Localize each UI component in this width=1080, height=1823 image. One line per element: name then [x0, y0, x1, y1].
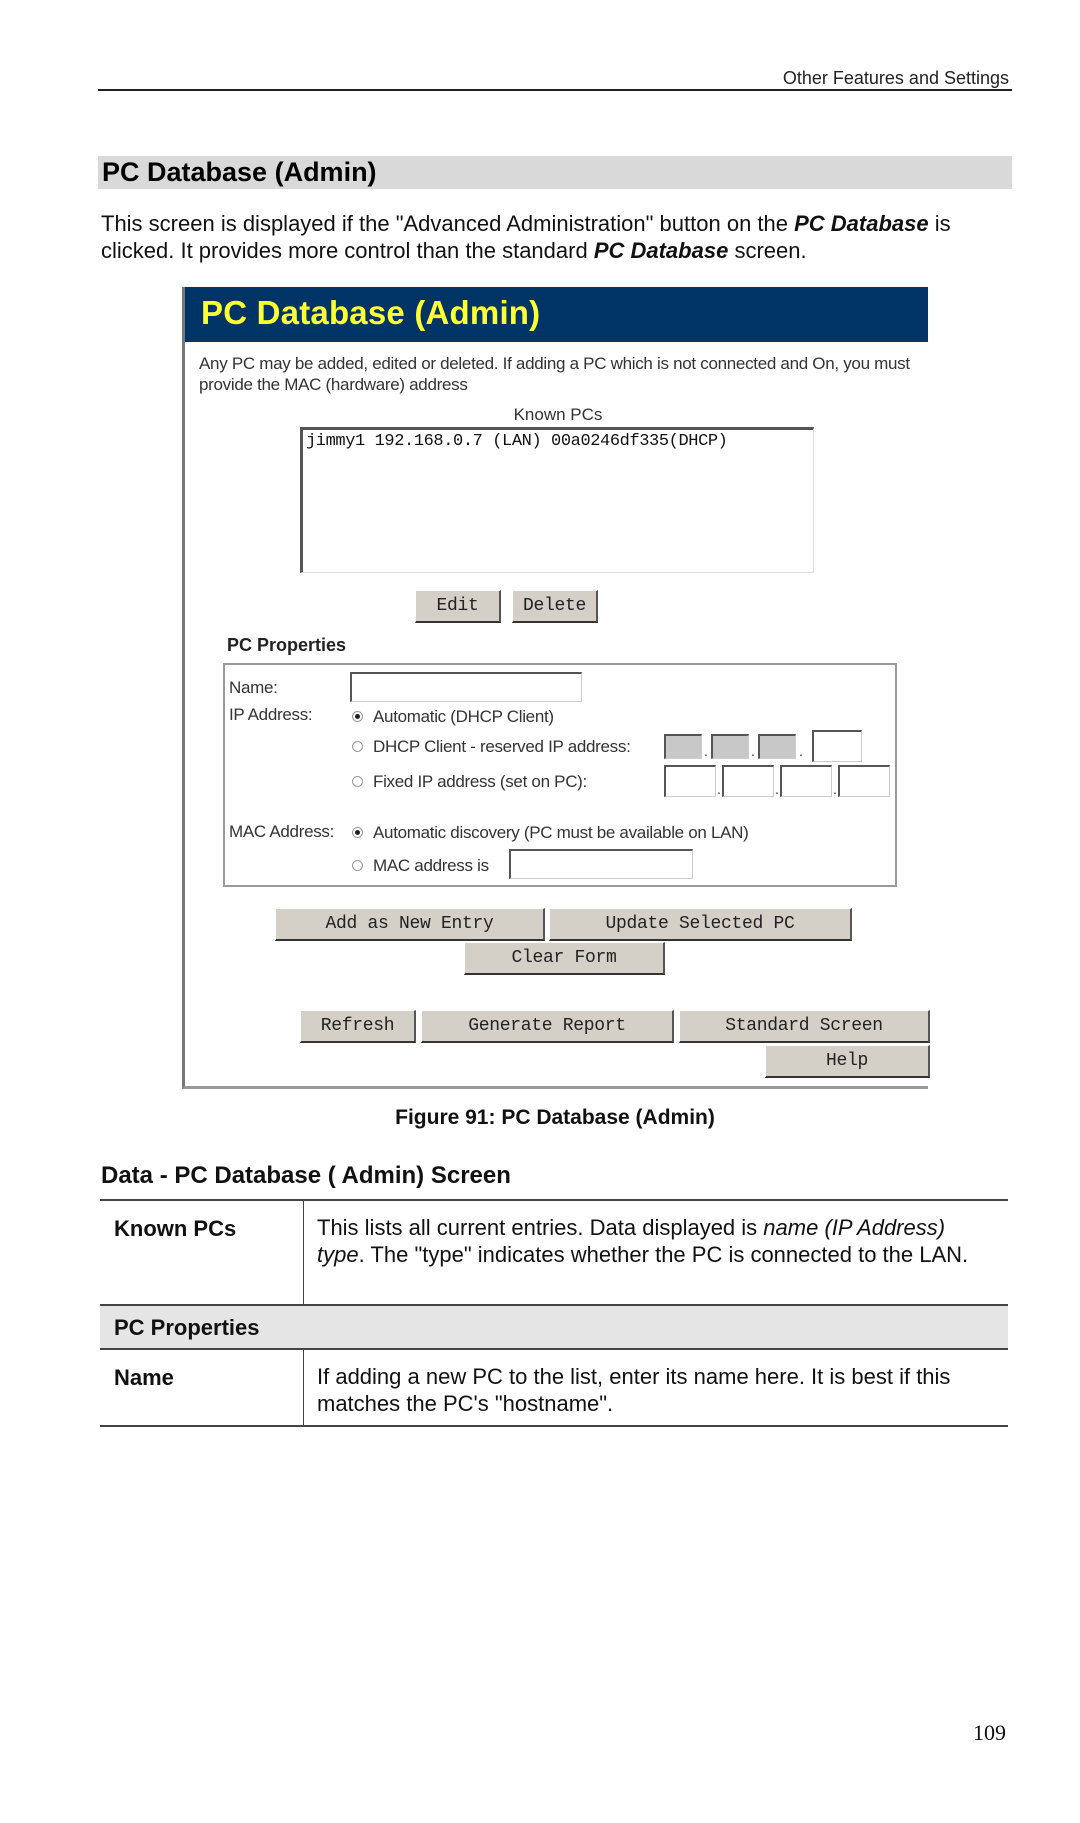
ip-address-label: IP Address: [229, 705, 313, 724]
ip-fixed-label: Fixed IP address (set on PC): [373, 772, 587, 791]
mac-automatic-radio[interactable] [352, 827, 363, 838]
ip-dot: . [704, 743, 708, 759]
table-group-row: PC Properties [100, 1304, 1008, 1348]
table-row: Name If adding a new PC to the list, ent… [100, 1348, 1008, 1427]
row-description: This lists all current entries. Data dis… [303, 1201, 1008, 1304]
section-title-bar: PC Database (Admin) [98, 156, 1012, 189]
fixed-ip-octet-2[interactable] [722, 765, 774, 797]
add-new-entry-button[interactable]: Add as New Entry [275, 908, 545, 941]
mac-address-label: MAC Address: [229, 822, 335, 841]
mac-automatic-label: Automatic discovery (PC must be availabl… [373, 823, 749, 842]
known-pc-entry[interactable]: jimmy1 192.168.0.7 (LAN) 00a0246df335(DH… [303, 430, 813, 453]
delete-button[interactable]: Delete [512, 590, 598, 623]
figure-caption: Figure 91: PC Database (Admin) [395, 1106, 715, 1129]
name-input[interactable] [350, 672, 582, 702]
ip-automatic-radio[interactable] [352, 711, 363, 722]
row-text: This lists all current entries. Data dis… [317, 1215, 764, 1240]
header-divider [98, 89, 1012, 91]
running-header: Other Features and Settings [782, 68, 1009, 88]
standard-screen-button[interactable]: Standard Screen [679, 1010, 930, 1043]
table-row: Known PCs This lists all current entries… [100, 1199, 1008, 1304]
page-number: 109 [973, 1720, 1006, 1745]
reserved-ip-octet-3 [758, 734, 796, 759]
pc-properties-panel: Name: IP Address: Automatic (DHCP Client… [223, 663, 897, 887]
clear-form-button[interactable]: Clear Form [464, 942, 665, 975]
ip-automatic-label: Automatic (DHCP Client) [373, 707, 554, 726]
ip-dot: . [751, 743, 755, 759]
intro-text-3: screen. [728, 238, 807, 263]
data-table: Known PCs This lists all current entries… [100, 1199, 1008, 1427]
screen-title: PC Database (Admin) [201, 294, 541, 331]
mac-manual-radio[interactable] [352, 860, 363, 871]
screen-header: PC Database (Admin) [185, 287, 928, 342]
fixed-ip-octet-4[interactable] [838, 765, 890, 797]
ip-dot: . [833, 781, 837, 797]
reserved-ip-octet-2 [711, 734, 749, 759]
update-selected-pc-button[interactable]: Update Selected PC [549, 908, 852, 941]
row-key: Name [114, 1365, 174, 1390]
ip-reserved-radio[interactable] [352, 741, 363, 752]
pc-properties-heading: PC Properties [227, 635, 347, 655]
mac-address-input[interactable] [509, 849, 693, 879]
group-label: PC Properties [114, 1315, 260, 1340]
ip-fixed-radio[interactable] [352, 776, 363, 787]
help-button[interactable]: Help [765, 1045, 930, 1078]
row-description: If adding a new PC to the list, enter it… [303, 1350, 1008, 1425]
row-key: Known PCs [114, 1216, 237, 1241]
known-pcs-label: Known PCs [513, 405, 603, 424]
mac-manual-label: MAC address is [373, 856, 489, 875]
section-title: PC Database (Admin) [102, 157, 377, 187]
refresh-button[interactable]: Refresh [300, 1010, 416, 1043]
name-label: Name: [229, 678, 278, 697]
edit-button[interactable]: Edit [415, 590, 501, 623]
intro-paragraph: This screen is displayed if the "Advance… [101, 210, 1001, 264]
pc-database-admin-screenshot: PC Database (Admin) Any PC may be added,… [182, 287, 930, 1089]
fixed-ip-octet-1[interactable] [664, 765, 716, 797]
ip-dot: . [717, 781, 721, 797]
reserved-ip-octet-4[interactable] [812, 730, 862, 762]
screen-description: Any PC may be added, edited or deleted. … [199, 354, 910, 394]
ip-dot: . [799, 743, 803, 759]
known-pcs-listbox[interactable]: jimmy1 192.168.0.7 (LAN) 00a0246df335(DH… [300, 427, 814, 573]
intro-emphasis-1: PC Database [794, 211, 929, 236]
row-text: . The "type" indicates whether the PC is… [358, 1242, 969, 1267]
intro-emphasis-2: PC Database [593, 238, 729, 263]
ip-reserved-label: DHCP Client - reserved IP address: [373, 737, 631, 756]
data-section-heading: Data - PC Database ( Admin) Screen [101, 1162, 511, 1189]
intro-text-1: This screen is displayed if the "Advance… [101, 211, 795, 236]
fixed-ip-octet-3[interactable] [780, 765, 832, 797]
ip-dot: . [775, 781, 779, 797]
reserved-ip-octet-1 [664, 734, 702, 759]
generate-report-button[interactable]: Generate Report [421, 1010, 674, 1043]
